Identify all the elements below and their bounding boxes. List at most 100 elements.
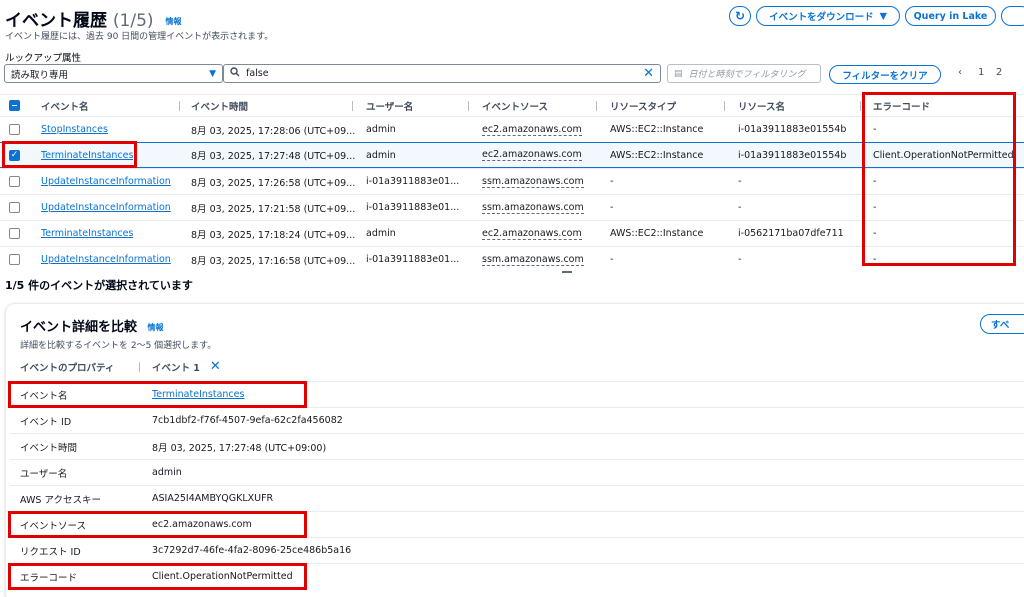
page-1[interactable]: 1 — [978, 67, 984, 78]
prev-page-icon[interactable]: ‹ — [958, 67, 962, 78]
event-source: ssm.amazonaws.com — [482, 201, 584, 214]
lookup-attribute-select[interactable]: 読み取り専用 ▼ — [4, 64, 223, 83]
row-checkbox[interactable] — [9, 202, 20, 213]
date-filter-input[interactable]: ▤ 日付と時刻でフィルタリング — [667, 64, 821, 83]
page-subtitle: イベント履歴には、過去 90 日間の管理イベントが表示されます。 — [5, 32, 274, 42]
resize-handle[interactable] — [562, 271, 572, 273]
select-all-checkbox[interactable] — [9, 100, 20, 111]
property-label: リクエスト ID — [20, 546, 81, 558]
compare-row: イベント時間 8月 03, 2025, 17:27:48 (UTC+09:00) — [10, 433, 1024, 459]
clear-search-icon[interactable]: ✕ — [643, 66, 654, 81]
compare-row: ユーザー名 admin — [10, 459, 1024, 485]
table-header: イベント名 イベント時間 ユーザー名 イベントソース リソースタイプ リソース名… — [0, 94, 1024, 116]
table-row[interactable]: TerminateInstances 8月 03, 2025, 17:18:24 … — [0, 220, 1024, 246]
table-row[interactable]: ✓ TerminateInstances 8月 03, 2025, 17:27:48… — [0, 142, 1024, 168]
column-event-1: イベント 1 ✕ — [152, 359, 221, 374]
more-button[interactable] — [1001, 6, 1024, 26]
event-time: 8月 03, 2025, 17:28:06 (UTC+09... — [191, 125, 356, 137]
page-2[interactable]: 2 — [996, 67, 1002, 78]
column-property: イベントのプロパティ — [20, 362, 115, 374]
event-source: ec2.amazonaws.com — [482, 227, 582, 240]
compare-panel-subtitle: 詳細を比較するイベントを 2〜5 個選択します。 — [20, 341, 217, 351]
query-in-lake-button[interactable]: Query in Lake — [905, 6, 996, 26]
resource-name: - — [738, 202, 742, 213]
resource-type: AWS::EC2::Instance — [610, 124, 704, 135]
event-name-link[interactable]: TerminateInstances — [152, 389, 244, 400]
clear-filter-button[interactable]: フィルターをクリア — [829, 65, 941, 84]
event-time: 8月 03, 2025, 17:26:58 (UTC+09... — [191, 177, 356, 189]
compare-info-link[interactable]: 情報 — [148, 323, 164, 332]
table-row[interactable]: StopInstances 8月 03, 2025, 17:28:06 (UTC+… — [0, 116, 1024, 142]
row-checkbox[interactable] — [9, 124, 20, 135]
compare-table-header: イベントのプロパティ イベント 1 ✕ — [10, 355, 1024, 378]
event-time: 8月 03, 2025, 17:18:24 (UTC+09... — [191, 229, 356, 241]
selected-events-text: 1/5 件のイベントが選択されています — [5, 279, 193, 292]
property-value: admin — [152, 467, 182, 478]
table-row[interactable]: UpdateInstanceInformation 8月 03, 2025, 17… — [0, 194, 1024, 220]
resource-name: - — [738, 176, 742, 187]
event-name-link[interactable]: TerminateInstances — [41, 228, 133, 239]
compare-row: エラーコード Client.OperationNotPermitted — [10, 563, 1024, 589]
resource-type: - — [610, 202, 614, 213]
compare-row: イベント名 TerminateInstances — [10, 381, 1024, 407]
compare-row: AWS アクセスキー ASIA25I4AMBYQGKLXUFR — [10, 485, 1024, 511]
property-value: 7cb1dbf2-f76f-4507-9efa-62c2fa456082 — [152, 415, 343, 426]
user-name: admin — [366, 124, 396, 135]
user-name: admin — [366, 149, 396, 161]
column-resource-name[interactable]: リソース名 — [738, 95, 785, 116]
resource-type: - — [610, 254, 614, 265]
error-code: - — [873, 228, 877, 239]
event-time: 8月 03, 2025, 17:27:48 (UTC+09... — [191, 151, 356, 162]
compare-row: イベント ID 7cb1dbf2-f76f-4507-9efa-62c2fa456… — [10, 407, 1024, 433]
property-label: ユーザー名 — [20, 468, 68, 480]
resource-name: i-01a3911883e01554b — [738, 149, 847, 161]
info-link[interactable]: 情報 — [165, 17, 181, 26]
property-label: イベント名 — [20, 390, 68, 402]
user-name: i-01a3911883e01... — [366, 176, 460, 187]
table-row[interactable]: UpdateInstanceInformation 8月 03, 2025, 17… — [0, 246, 1024, 272]
event-source: ssm.amazonaws.com — [482, 175, 584, 188]
show-all-button[interactable]: すべ — [980, 314, 1024, 334]
property-value: ASIA25I4AMBYQGKLXUFR — [152, 493, 274, 504]
lookup-attribute-label: ルックアップ属性 — [5, 53, 82, 64]
event-name-link[interactable]: UpdateInstanceInformation — [41, 202, 171, 213]
column-event-time[interactable]: イベント時間 — [191, 95, 248, 116]
remove-event-icon[interactable]: ✕ — [210, 359, 221, 374]
event-name-link[interactable]: TerminateInstances — [41, 150, 133, 161]
table-row[interactable]: UpdateInstanceInformation 8月 03, 2025, 17… — [0, 168, 1024, 194]
resource-name: i-0562171ba07dfe711 — [738, 228, 844, 239]
property-label: AWS アクセスキー — [20, 494, 101, 506]
event-name-link[interactable]: UpdateInstanceInformation — [41, 176, 171, 187]
error-code: - — [873, 176, 877, 187]
column-event-name[interactable]: イベント名 — [41, 95, 89, 116]
resource-type: AWS::EC2::Instance — [610, 228, 704, 239]
column-user-name[interactable]: ユーザー名 — [366, 95, 413, 116]
property-value: 8月 03, 2025, 17:27:48 (UTC+09:00) — [152, 442, 327, 454]
resource-type: AWS::EC2::Instance — [610, 149, 704, 161]
property-value: 3c7292d7-46fe-4fa2-8096-25ce486b5a16 — [152, 545, 352, 556]
event-name-link[interactable]: UpdateInstanceInformation — [41, 254, 171, 265]
search-input[interactable]: false ✕ — [223, 64, 661, 83]
property-value: Client.OperationNotPermitted — [152, 571, 293, 582]
resource-name: - — [738, 254, 742, 265]
event-source: ec2.amazonaws.com — [482, 149, 582, 161]
row-checkbox[interactable] — [9, 228, 20, 239]
column-resource-type[interactable]: リソースタイプ — [610, 95, 676, 116]
column-event-source[interactable]: イベントソース — [482, 95, 548, 116]
event-time: 8月 03, 2025, 17:21:58 (UTC+09... — [191, 203, 356, 215]
user-name: i-01a3911883e01... — [366, 254, 460, 265]
event-name-link[interactable]: StopInstances — [41, 124, 108, 135]
refresh-button[interactable]: ↻ — [729, 6, 751, 26]
error-code: - — [873, 202, 877, 213]
download-events-button[interactable]: イベントをダウンロード ▼ — [756, 6, 900, 26]
row-checkbox[interactable]: ✓ — [9, 149, 20, 161]
property-value: ec2.amazonaws.com — [152, 519, 252, 530]
search-icon — [230, 67, 240, 80]
selection-count: (1/5) — [112, 11, 154, 31]
event-time: 8月 03, 2025, 17:16:58 (UTC+09... — [191, 255, 356, 267]
caret-down-icon: ▼ — [209, 68, 216, 79]
row-checkbox[interactable] — [9, 176, 20, 187]
column-error-code[interactable]: エラーコード — [873, 95, 930, 116]
error-code: - — [873, 124, 877, 135]
row-checkbox[interactable] — [9, 254, 20, 265]
